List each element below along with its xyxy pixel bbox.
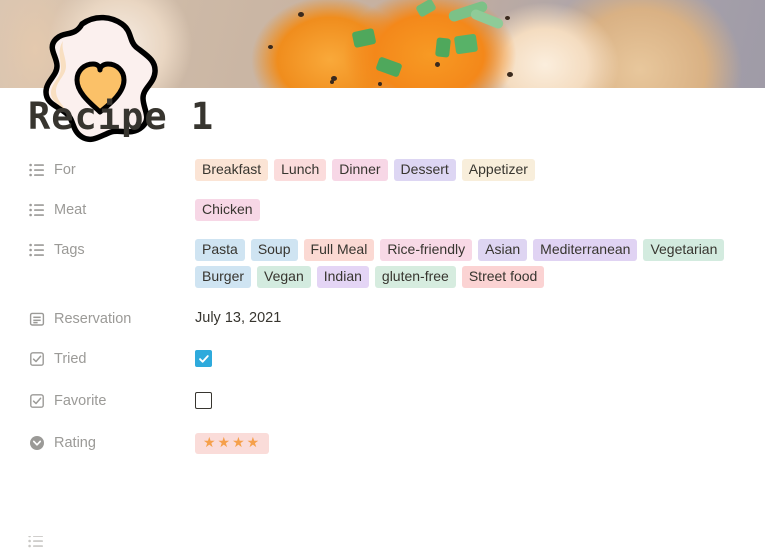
- property-row-tried[interactable]: Tried: [28, 347, 748, 373]
- property-name-tags: Tags: [54, 242, 85, 258]
- page-title[interactable]: Recipe 1: [28, 95, 214, 138]
- tag-chip[interactable]: Mediterranean: [533, 239, 638, 261]
- select-circle-chevron-icon: [28, 434, 46, 452]
- tag-chip[interactable]: Chicken: [195, 199, 260, 221]
- property-label-meat[interactable]: Meat: [28, 198, 195, 222]
- tag-chip[interactable]: Vegetarian: [643, 239, 725, 261]
- cover-decor-pepper: [298, 12, 304, 17]
- calendar-icon: [28, 310, 46, 328]
- property-value-favorite[interactable]: [195, 389, 748, 409]
- tag-chip[interactable]: Asian: [478, 239, 528, 261]
- checkbox-icon: [28, 350, 46, 368]
- property-label-rating[interactable]: Rating: [28, 431, 195, 455]
- tag-chip[interactable]: Appetizer: [461, 159, 535, 181]
- property-name-meat: Meat: [54, 202, 87, 218]
- tag-chip[interactable]: Vegan: [257, 266, 311, 288]
- cover-decor-pepper: [268, 45, 273, 49]
- tried-checkbox[interactable]: [195, 350, 212, 367]
- property-label-for[interactable]: For: [28, 158, 195, 182]
- property-value-tags[interactable]: Pasta Soup Full Meal Rice-friendly Asian…: [195, 238, 748, 293]
- rating-stars: ★★★★: [203, 434, 262, 450]
- property-name-rating: Rating: [54, 435, 96, 451]
- cover-decor-pepper: [507, 72, 513, 77]
- property-name-tried: Tried: [54, 351, 87, 367]
- tag-chip[interactable]: Soup: [250, 239, 298, 261]
- multi-select-list-icon: [28, 241, 46, 259]
- tag-chip[interactable]: Dinner: [332, 159, 388, 181]
- multi-select-list-icon: [28, 201, 46, 219]
- favorite-checkbox[interactable]: [195, 392, 212, 409]
- property-row-favorite[interactable]: Favorite: [28, 389, 748, 415]
- cover-decor-scallion: [435, 37, 451, 58]
- property-value-for[interactable]: Breakfast Lunch Dinner Dessert Appetizer: [195, 158, 748, 186]
- cover-decor-scallion: [453, 33, 479, 55]
- tag-chip[interactable]: Lunch: [274, 159, 327, 181]
- property-label-reservation[interactable]: Reservation: [28, 307, 195, 331]
- multi-select-list-icon: [28, 161, 46, 179]
- rating-badge[interactable]: ★★★★: [195, 433, 270, 454]
- reservation-date-value[interactable]: July 13, 2021: [195, 308, 281, 326]
- property-value-meat[interactable]: Chicken: [195, 198, 748, 226]
- cover-decor-pepper: [330, 80, 334, 84]
- cover-decor-pepper: [378, 82, 382, 86]
- tag-chip[interactable]: Pasta: [195, 239, 245, 261]
- property-value-reservation[interactable]: July 13, 2021: [195, 307, 748, 326]
- page-properties: For Breakfast Lunch Dinner Dessert Appet…: [28, 158, 748, 469]
- property-label-favorite[interactable]: Favorite: [28, 389, 195, 413]
- property-name-for: For: [54, 162, 76, 178]
- tag-chip[interactable]: Rice-friendly: [380, 239, 473, 261]
- tag-chip[interactable]: gluten-free: [374, 266, 456, 288]
- property-value-tried[interactable]: [195, 347, 748, 367]
- tag-chip[interactable]: Burger: [195, 266, 252, 288]
- property-row-meat[interactable]: Meat Chicken: [28, 198, 748, 226]
- property-row-rating[interactable]: Rating ★★★★: [28, 431, 748, 457]
- cover-decor-pepper: [505, 16, 510, 20]
- property-row-reservation[interactable]: Reservation July 13, 2021: [28, 307, 748, 333]
- tag-chip[interactable]: Dessert: [393, 159, 456, 181]
- property-row-for[interactable]: For Breakfast Lunch Dinner Dessert Appet…: [28, 158, 748, 186]
- tag-chip[interactable]: Full Meal: [303, 239, 375, 261]
- multi-select-list-icon: [28, 536, 46, 548]
- property-name-reservation: Reservation: [54, 311, 132, 327]
- property-row-tags[interactable]: Tags Pasta Soup Full Meal Rice-friendly …: [28, 238, 748, 293]
- tag-chip[interactable]: Street food: [461, 266, 545, 288]
- property-label-tags[interactable]: Tags: [28, 238, 195, 262]
- property-row-partial-clipped[interactable]: [28, 536, 46, 548]
- tag-chip[interactable]: Breakfast: [195, 159, 269, 181]
- cover-decor-pepper: [435, 62, 440, 67]
- property-label-tried[interactable]: Tried: [28, 347, 195, 371]
- property-name-favorite: Favorite: [54, 393, 107, 409]
- checkbox-icon: [28, 392, 46, 410]
- property-value-rating[interactable]: ★★★★: [195, 431, 748, 454]
- tag-chip[interactable]: Indian: [316, 266, 369, 288]
